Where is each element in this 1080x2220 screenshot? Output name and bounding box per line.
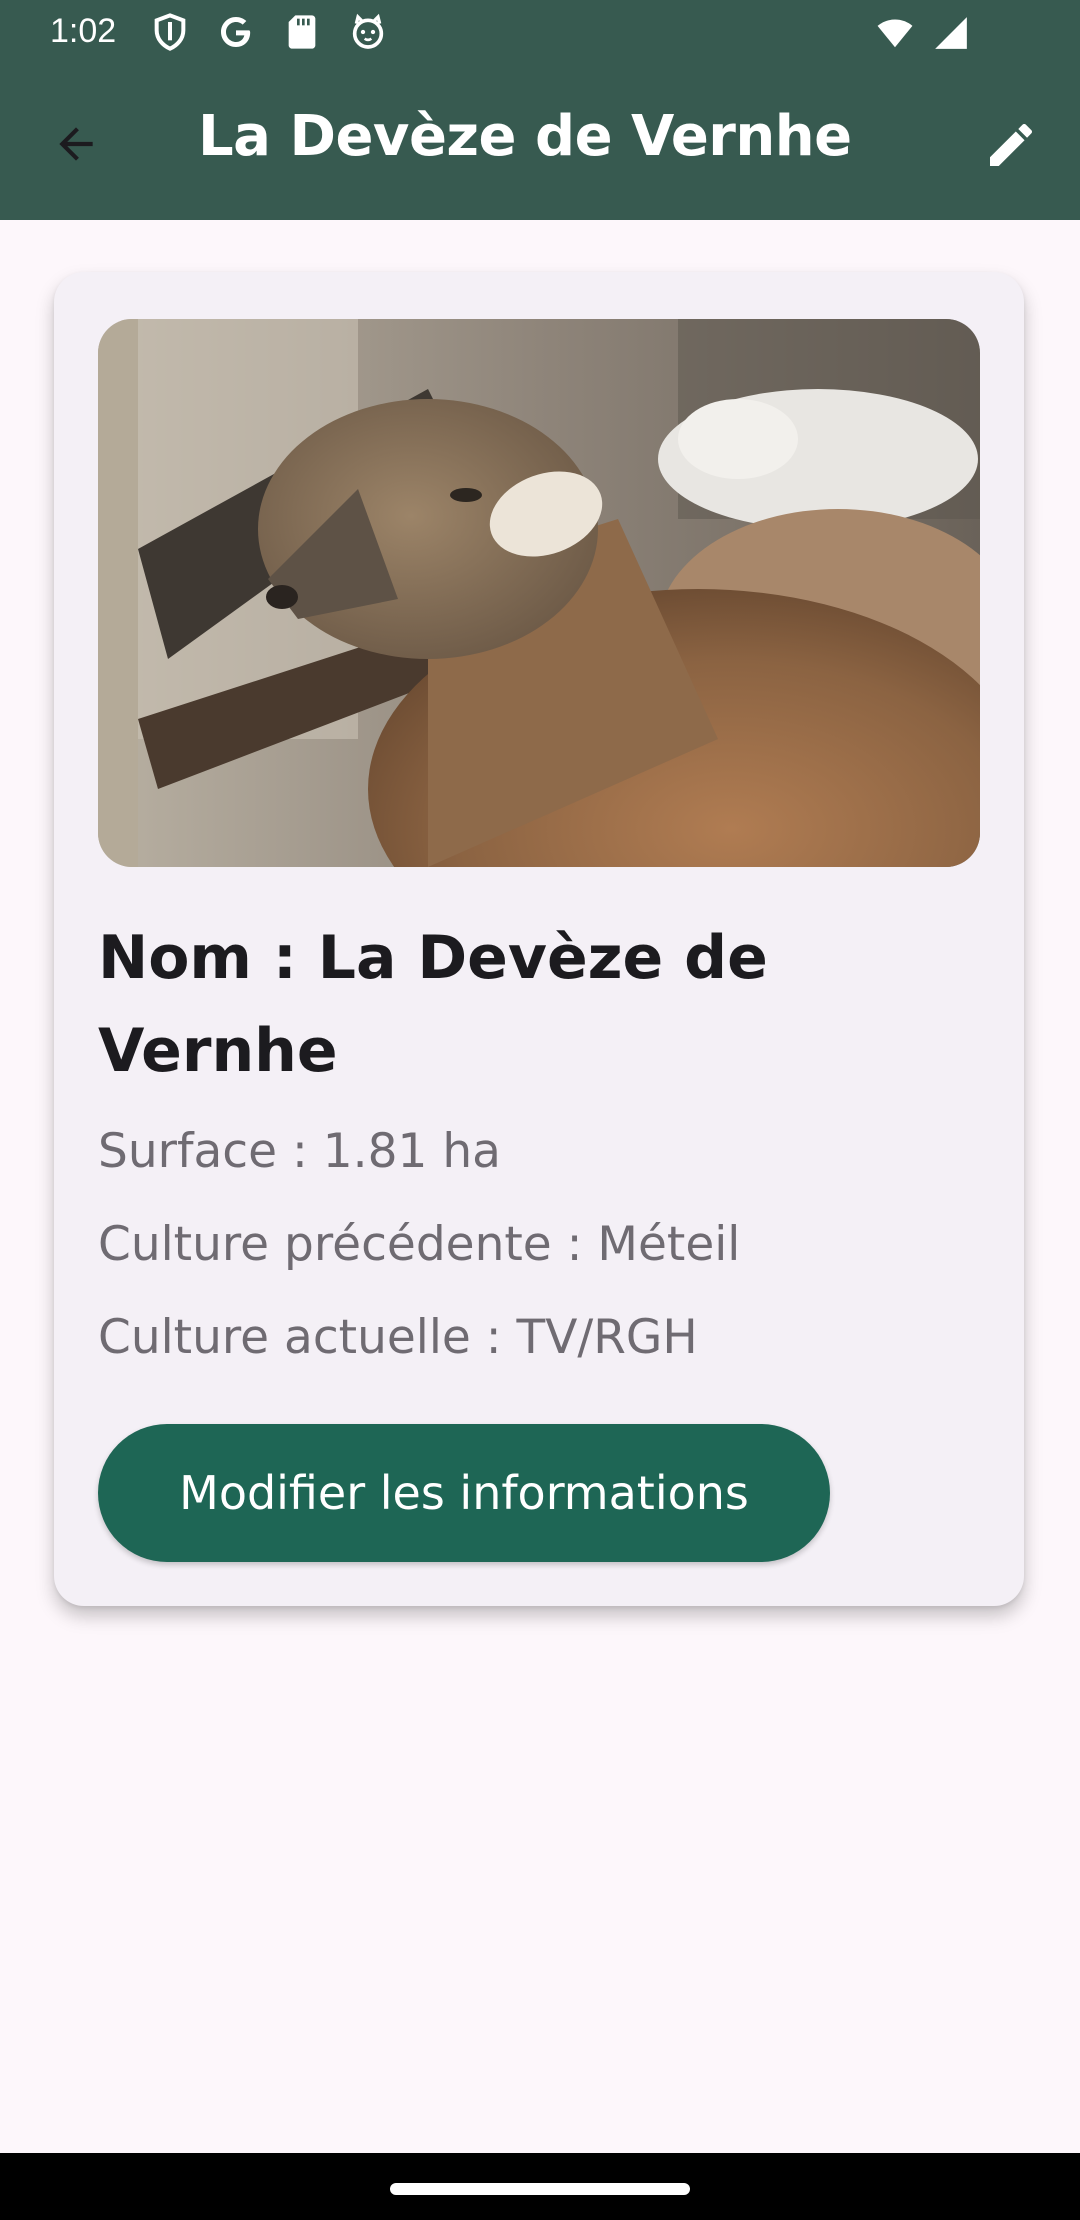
cell-signal-icon — [935, 17, 967, 49]
shield-icon — [154, 13, 186, 51]
wifi-icon — [877, 19, 913, 48]
back-button[interactable] — [44, 112, 108, 176]
current-crop-text: Culture actuelle : TV/RGH — [98, 1310, 698, 1365]
arrow-back-icon — [59, 127, 93, 161]
parcel-name-heading: Nom : La Devèze de Vernhe — [98, 923, 768, 1086]
sd-card-icon — [288, 15, 316, 49]
status-icons-left — [150, 12, 388, 52]
edit-button[interactable] — [976, 110, 1046, 180]
app-bar-title: La Devèze de Vernhe — [198, 104, 852, 169]
pencil-icon — [990, 123, 1033, 166]
google-icon — [221, 17, 251, 47]
status-icons-right — [876, 14, 970, 52]
system-nav-bar — [0, 2153, 1080, 2220]
sheep-photo — [98, 319, 980, 867]
parcel-card: Nom : La Devèze de Vernhe Surface : 1.81… — [54, 272, 1024, 1606]
status-time: 1:02 — [50, 12, 117, 50]
surface-text: Surface : 1.81 ha — [98, 1124, 501, 1179]
app-bar: La Devèze de Vernhe — [0, 66, 1080, 220]
status-bar: 1:02 — [0, 0, 1080, 66]
previous-crop-text: Culture précédente : Méteil — [98, 1217, 741, 1272]
modify-info-button[interactable]: Modifier les informations — [98, 1424, 830, 1562]
cat-icon — [352, 13, 384, 49]
home-indicator[interactable] — [390, 2183, 690, 2195]
